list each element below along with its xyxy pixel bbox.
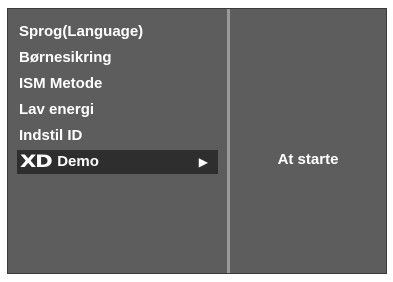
osd-menu-window: Sprog(Language) Børnesikring ISM Metode … (7, 8, 387, 274)
menu-item-low-power[interactable]: Lav energi (8, 97, 227, 123)
arrow-right-icon: ▶ (198, 155, 208, 169)
submenu-panel: At starte (230, 9, 386, 273)
menu-item-set-id[interactable]: Indstil ID (8, 123, 227, 149)
menu-item-child-lock[interactable]: Børnesikring (8, 45, 227, 71)
menu-list: Sprog(Language) Børnesikring ISM Metode … (8, 19, 227, 174)
menu-item-ism-method[interactable]: ISM Metode (8, 71, 227, 97)
menu-item-language[interactable]: Sprog(Language) (8, 19, 227, 45)
menu-item-xd-demo-label: Demo (57, 153, 99, 171)
submenu-start-option[interactable]: At starte (230, 151, 386, 168)
menu-item-xd-demo[interactable]: XD Demo ▶ (17, 150, 218, 174)
main-menu-panel: Sprog(Language) Børnesikring ISM Metode … (8, 9, 227, 273)
xd-logo: XD (20, 152, 53, 173)
